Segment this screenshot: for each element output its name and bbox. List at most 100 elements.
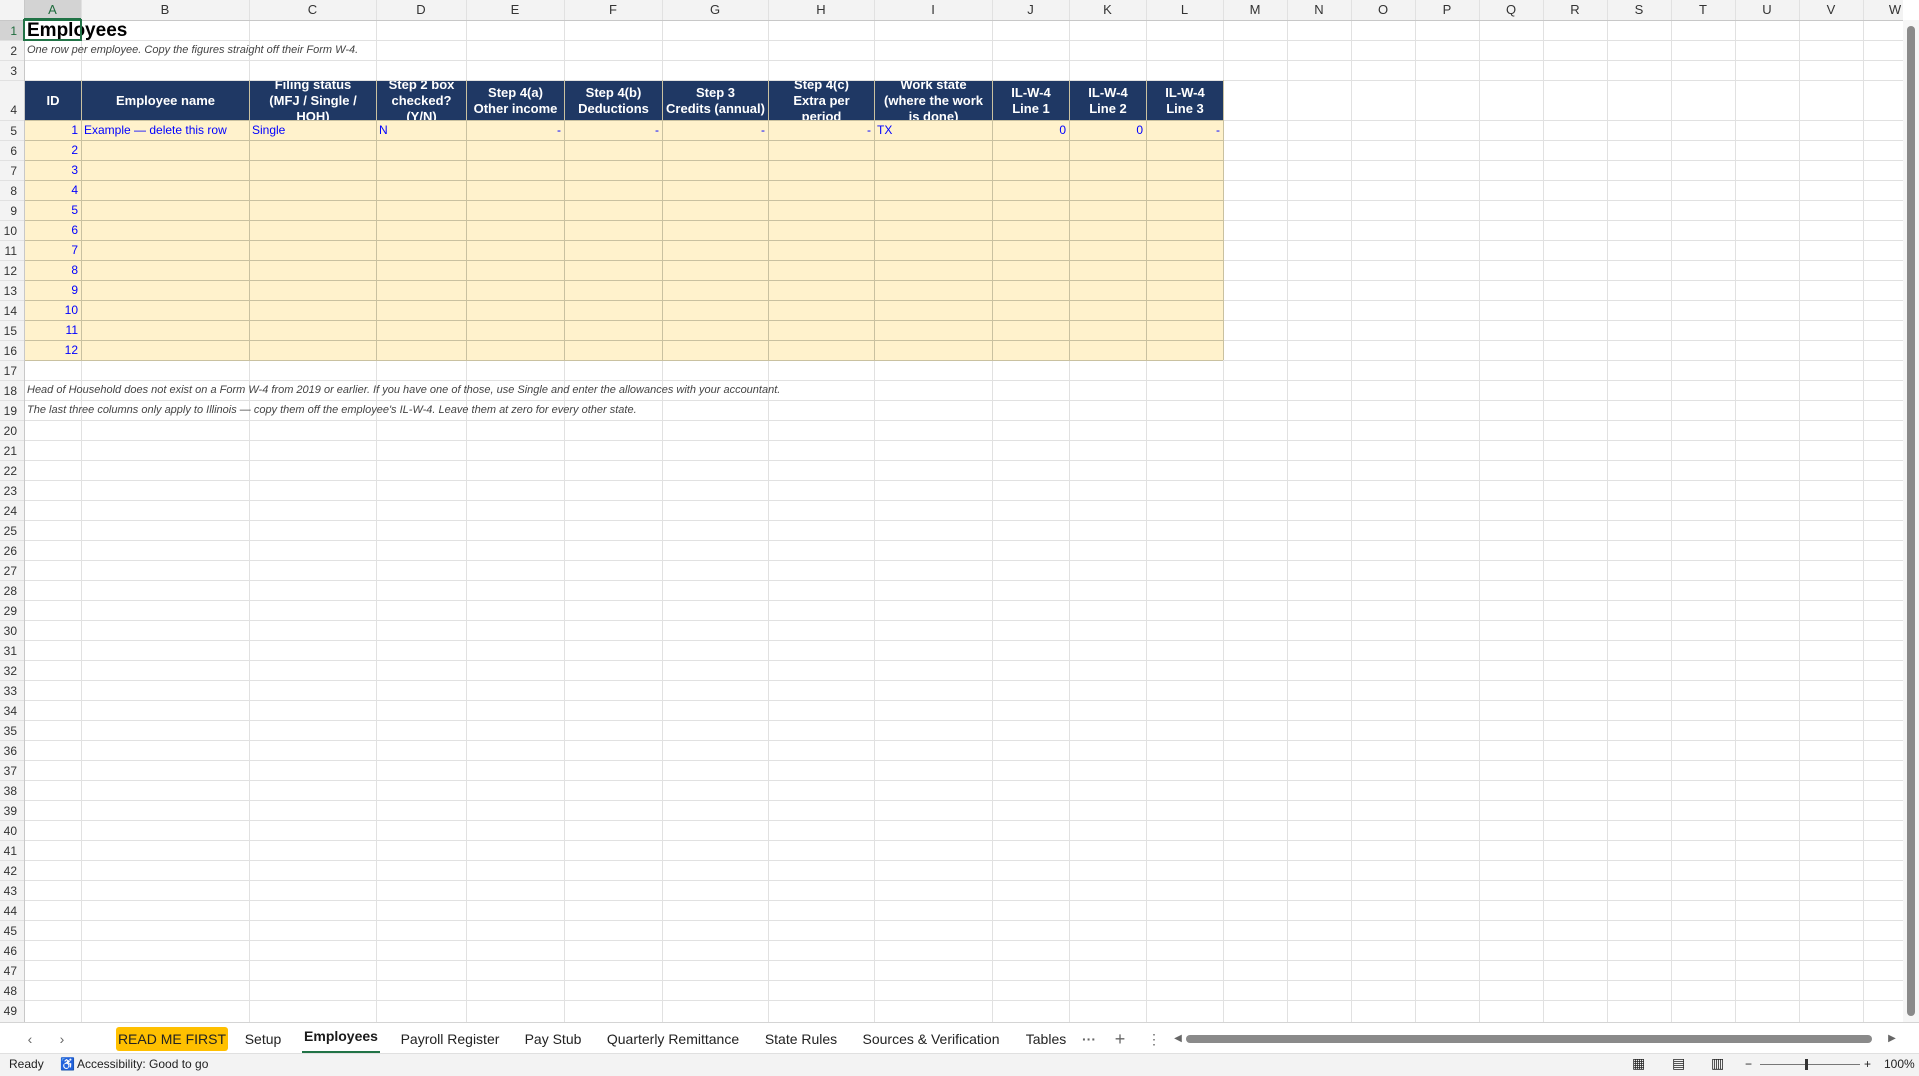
table-cell[interactable] [1069, 160, 1146, 180]
row-header[interactable]: 6 [0, 140, 21, 160]
vertical-dots-icon[interactable]: ⋮ [1144, 1029, 1164, 1049]
table-cell[interactable] [81, 140, 249, 160]
column-header-e[interactable]: E [466, 0, 564, 20]
employee-id-cell[interactable]: 3 [24, 160, 81, 180]
table-cell[interactable] [249, 140, 376, 160]
table-cell[interactable] [992, 180, 1069, 200]
table-cell[interactable] [992, 160, 1069, 180]
table-cell[interactable] [466, 180, 564, 200]
employee-id-cell[interactable]: 4 [24, 180, 81, 200]
zoom-in-icon[interactable]: + [1864, 1057, 1871, 1071]
column-header-d[interactable]: D [376, 0, 466, 20]
row-header[interactable]: 29 [0, 600, 21, 620]
table-cell[interactable] [466, 220, 564, 240]
table-cell[interactable] [874, 220, 992, 240]
employee-id-cell[interactable]: 10 [24, 300, 81, 320]
table-cell[interactable] [81, 200, 249, 220]
employee-id-cell[interactable]: 2 [24, 140, 81, 160]
table-cell[interactable] [564, 300, 662, 320]
zoom-slider-thumb[interactable] [1805, 1059, 1808, 1070]
table-cell[interactable] [1146, 280, 1223, 300]
table-cell[interactable] [1146, 220, 1223, 240]
employee-id-cell[interactable]: 11 [24, 320, 81, 340]
tab-quarterly-remittance[interactable]: Quarterly Remittance [600, 1027, 746, 1051]
table-cell[interactable] [376, 240, 466, 260]
column-header-b[interactable]: B [81, 0, 249, 20]
table-cell[interactable] [249, 320, 376, 340]
column-header-u[interactable]: U [1735, 0, 1799, 20]
table-cell[interactable] [81, 320, 249, 340]
column-header-g[interactable]: G [662, 0, 768, 20]
employee-id-cell[interactable]: 5 [24, 200, 81, 220]
table-cell[interactable] [81, 160, 249, 180]
employee-id-cell[interactable]: 12 [24, 340, 81, 360]
table-cell[interactable]: Example — delete this row [81, 120, 249, 140]
table-cell[interactable] [249, 300, 376, 320]
column-header-w[interactable]: W [1863, 0, 1919, 20]
vertical-scrollbar[interactable] [1903, 20, 1919, 1022]
table-cell[interactable] [992, 220, 1069, 240]
row-header[interactable]: 43 [0, 880, 21, 900]
table-cell[interactable] [874, 160, 992, 180]
column-header-o[interactable]: O [1351, 0, 1415, 20]
table-cell[interactable] [1146, 160, 1223, 180]
column-header-q[interactable]: Q [1479, 0, 1543, 20]
table-cell[interactable] [874, 240, 992, 260]
row-header[interactable]: 15 [0, 320, 21, 340]
column-header-h[interactable]: H [768, 0, 874, 20]
row-header[interactable]: 18 [0, 380, 21, 400]
row-header[interactable]: 19 [0, 400, 21, 420]
table-cell[interactable] [249, 280, 376, 300]
row-header[interactable]: 22 [0, 460, 21, 480]
table-header-1[interactable]: ID [25, 81, 81, 120]
table-cell[interactable] [466, 340, 564, 360]
row-header[interactable]: 34 [0, 700, 21, 720]
table-cell[interactable] [1146, 320, 1223, 340]
table-cell[interactable] [1146, 260, 1223, 280]
table-cell[interactable] [874, 340, 992, 360]
table-cell[interactable] [1146, 140, 1223, 160]
table-cell[interactable] [768, 340, 874, 360]
column-header-s[interactable]: S [1607, 0, 1671, 20]
table-cell[interactable] [564, 180, 662, 200]
table-header-11[interactable]: IL-W-4 Line 2 [1070, 81, 1146, 120]
table-cell[interactable] [768, 260, 874, 280]
table-cell[interactable] [768, 220, 874, 240]
tab-pay-stub[interactable]: Pay Stub [518, 1027, 588, 1051]
table-cell[interactable] [662, 340, 768, 360]
table-cell[interactable] [874, 300, 992, 320]
zoom-out-icon[interactable]: − [1745, 1057, 1752, 1071]
chevron-left-icon[interactable]: ‹ [20, 1029, 40, 1049]
employee-id-cell[interactable]: 7 [24, 240, 81, 260]
table-cell[interactable] [81, 340, 249, 360]
row-header[interactable]: 16 [0, 340, 21, 360]
table-cell[interactable] [376, 140, 466, 160]
row-header[interactable]: 32 [0, 660, 21, 680]
row-header[interactable]: 3 [0, 60, 21, 80]
table-cell[interactable] [1069, 320, 1146, 340]
row-header[interactable]: 24 [0, 500, 21, 520]
table-cell[interactable] [662, 160, 768, 180]
table-cell[interactable] [376, 200, 466, 220]
table-cell[interactable] [249, 220, 376, 240]
table-cell[interactable]: - [768, 120, 874, 140]
table-cell[interactable] [768, 200, 874, 220]
table-header-10[interactable]: IL-W-4 Line 1 [993, 81, 1069, 120]
chevron-right-icon[interactable]: › [52, 1029, 72, 1049]
scroll-right-icon[interactable]: ▶ [1882, 1029, 1902, 1049]
table-cell[interactable] [466, 280, 564, 300]
table-header-4[interactable]: Step 2 box checked? (Y/N) [377, 81, 466, 120]
row-header[interactable]: 20 [0, 420, 21, 440]
table-cell[interactable] [1069, 340, 1146, 360]
row-header[interactable]: 49 [0, 1000, 21, 1020]
zoom-level[interactable]: 100% [1884, 1057, 1915, 1071]
tab-employees[interactable]: Employees [302, 1024, 380, 1054]
employee-id-cell[interactable]: 9 [24, 280, 81, 300]
table-cell[interactable] [564, 140, 662, 160]
row-header[interactable]: 10 [0, 220, 21, 240]
table-cell[interactable] [768, 160, 874, 180]
column-header-r[interactable]: R [1543, 0, 1607, 20]
tab-state-rules[interactable]: State Rules [758, 1027, 844, 1051]
table-cell[interactable] [662, 280, 768, 300]
employee-id-cell[interactable]: 8 [24, 260, 81, 280]
